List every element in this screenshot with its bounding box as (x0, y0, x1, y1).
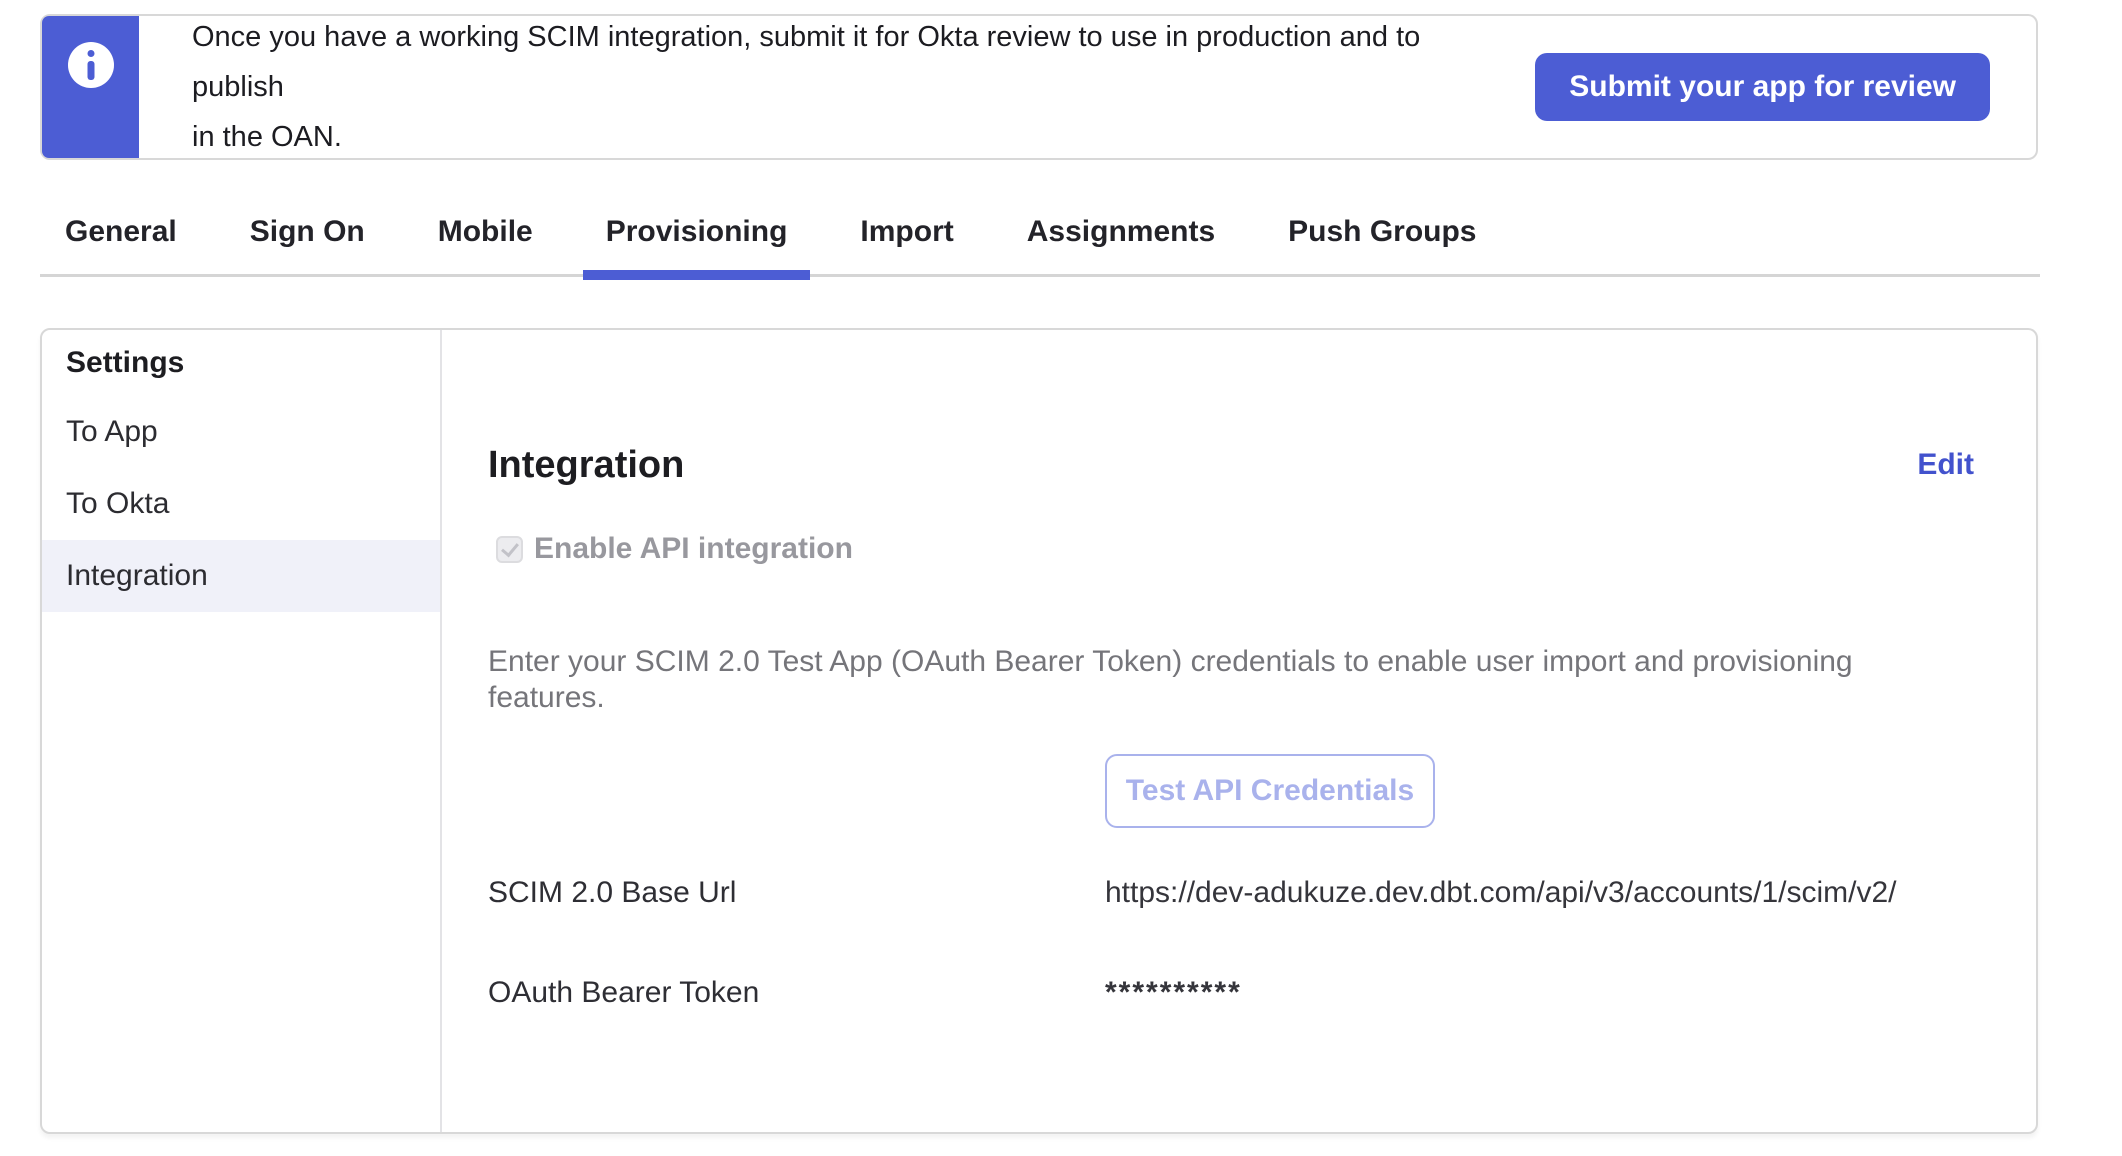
tab-mobile[interactable]: Mobile (415, 190, 556, 274)
integration-title: Integration (488, 442, 684, 488)
info-banner-message: Once you have a working SCIM integration… (192, 12, 1505, 162)
enable-api-integration-label: Enable API integration (534, 532, 853, 566)
submit-app-for-review-button[interactable]: Submit your app for review (1535, 53, 1990, 121)
sidebar-item-integration[interactable]: Integration (42, 540, 440, 612)
sidebar-item-to-app[interactable]: To App (42, 396, 440, 468)
tab-bar: General Sign On Mobile Provisioning Impo… (40, 190, 2040, 277)
integration-header: Integration Edit (488, 442, 1974, 488)
sidebar-heading: Settings (42, 330, 440, 396)
tab-general[interactable]: General (42, 190, 200, 274)
info-banner-message-line1: Once you have a working SCIM integration… (192, 12, 1505, 112)
settings-sidebar: Settings To App To Okta Integration (42, 330, 442, 1132)
provisioning-panel: Settings To App To Okta Integration Inte… (40, 328, 2038, 1134)
tab-assignments[interactable]: Assignments (1004, 190, 1238, 274)
enable-api-integration-checkbox[interactable] (496, 536, 523, 563)
tab-provisioning[interactable]: Provisioning (583, 190, 811, 274)
scim-base-url-row: SCIM 2.0 Base Url https://dev-adukuze.de… (488, 876, 1974, 910)
tab-import[interactable]: Import (837, 190, 976, 274)
oauth-bearer-token-value: ********** (1105, 976, 1242, 1010)
info-banner-body: Once you have a working SCIM integration… (139, 16, 2036, 158)
tab-sign-on[interactable]: Sign On (227, 190, 388, 274)
integration-section: Integration Edit Enable API integration … (442, 330, 2036, 1132)
scim-base-url-label: SCIM 2.0 Base Url (488, 876, 1105, 910)
info-banner: Once you have a working SCIM integration… (40, 14, 2038, 160)
info-banner-accent (42, 16, 139, 158)
enable-api-integration-row: Enable API integration (496, 532, 1974, 566)
info-icon (68, 42, 114, 88)
oauth-bearer-token-row: OAuth Bearer Token ********** (488, 976, 1974, 1010)
scim-base-url-value: https://dev-adukuze.dev.dbt.com/api/v3/a… (1105, 876, 1897, 910)
oauth-bearer-token-label: OAuth Bearer Token (488, 976, 1105, 1010)
test-api-credentials-button[interactable]: Test API Credentials (1105, 754, 1435, 828)
credentials-description: Enter your SCIM 2.0 Test App (OAuth Bear… (488, 644, 1974, 716)
info-banner-message-line2: in the OAN. (192, 112, 1505, 162)
credentials-fields: SCIM 2.0 Base Url https://dev-adukuze.de… (488, 876, 1974, 1010)
edit-link[interactable]: Edit (1917, 448, 1974, 482)
tab-push-groups[interactable]: Push Groups (1265, 190, 1499, 274)
sidebar-item-to-okta[interactable]: To Okta (42, 468, 440, 540)
